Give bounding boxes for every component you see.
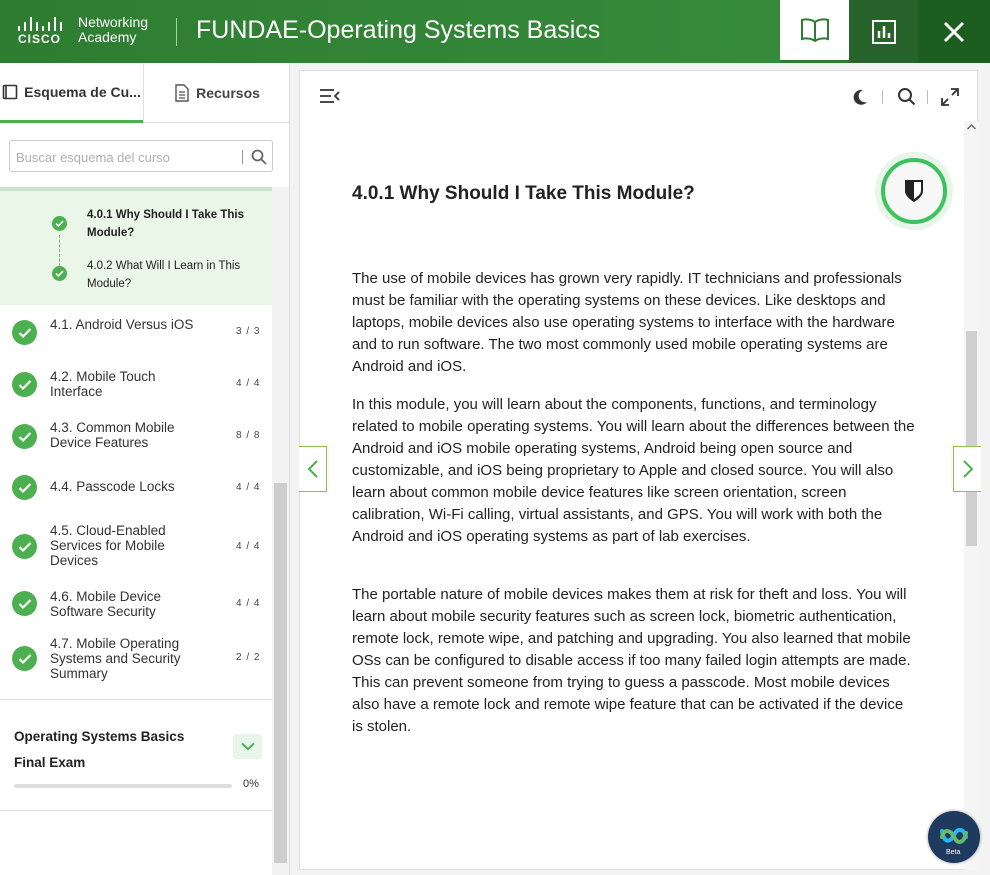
outline-item-count: 8 / 8 xyxy=(236,430,261,441)
final-exam-title[interactable]: Operating Systems Basics Final Exam xyxy=(14,724,214,776)
cisco-bars-icon xyxy=(18,17,64,31)
checkmark-icon xyxy=(12,591,37,616)
exam-progress-label: 0% xyxy=(243,778,259,790)
exam-progress-bar xyxy=(14,784,232,788)
sidebar-scrollbar-thumb[interactable] xyxy=(274,483,287,863)
checkmark-icon xyxy=(12,424,37,449)
content-scrollbar[interactable] xyxy=(964,121,979,871)
subitem-4-0-1[interactable]: 4.0.1 Why Should I Take This Module? xyxy=(87,206,257,242)
sidebar-scrollbar[interactable] xyxy=(272,187,289,875)
outline-item-label: 4.5. Cloud-Enabled Services for Mobile D… xyxy=(50,523,166,568)
outline-item-label: 4.6. Mobile Device Software Security xyxy=(50,589,162,619)
paragraph-2: In this module, you will learn about the… xyxy=(352,396,915,545)
tab-resources[interactable]: Recursos xyxy=(143,63,290,123)
outline-item-count: 3 / 3 xyxy=(236,326,261,337)
outline-list: 4.0.1 Why Should I Take This Module? 4.0… xyxy=(0,187,272,875)
shield-icon xyxy=(905,180,923,202)
webex-icon xyxy=(940,828,968,844)
search-input[interactable] xyxy=(16,147,226,167)
outline-item-4-6[interactable]: 4.6. Mobile Device Software Security 4 /… xyxy=(0,583,272,635)
completed-dot-icon xyxy=(52,216,67,231)
outline-item-4-4[interactable]: 4.4. Passcode Locks 4 / 4 xyxy=(0,467,272,519)
security-shield-button[interactable] xyxy=(875,152,953,230)
content-scrollbar-thumb[interactable] xyxy=(966,331,977,546)
outline-item-label: 4.4. Passcode Locks xyxy=(50,479,175,494)
book-outline-icon xyxy=(2,84,18,99)
checkmark-icon xyxy=(12,475,37,500)
outline-item-label: 4.7. Mobile Operating Systems and Securi… xyxy=(50,636,181,681)
beta-label: Beta xyxy=(946,849,961,856)
checkmark-icon xyxy=(12,646,37,671)
current-section-subitems: 4.0.1 Why Should I Take This Module? 4.0… xyxy=(0,187,272,305)
outline-item-4-2[interactable]: 4.2. Mobile Touch Interface 4 / 4 xyxy=(0,363,272,415)
academy-wordmark: Networking Academy xyxy=(78,14,149,45)
search-separator xyxy=(242,150,243,164)
previous-page-button[interactable] xyxy=(299,446,327,492)
toolbar-separator xyxy=(882,90,883,104)
book-icon xyxy=(800,18,829,42)
outline-item-count: 4 / 4 xyxy=(236,482,261,493)
content-toolbar xyxy=(300,71,979,121)
top-header: CISCO Networking Academy FUNDAE-Operatin… xyxy=(0,0,990,63)
outline-item-count: 2 / 2 xyxy=(236,652,261,663)
chevron-left-icon xyxy=(307,460,318,478)
outline-item-label: 4.3. Common Mobile Device Features xyxy=(50,420,175,450)
chevron-right-icon xyxy=(962,460,973,478)
dark-mode-icon[interactable] xyxy=(851,88,869,106)
final-exam-section: Operating Systems Basics Final Exam 0% xyxy=(0,699,272,811)
course-outline-sidebar: Esquema de Cu... Recursos 4.0.1 Why Shou… xyxy=(0,63,290,875)
checkmark-icon xyxy=(12,320,37,345)
collapse-menu-icon[interactable] xyxy=(320,89,340,103)
content-panel: 4.0.1 Why Should I Take This Module? The… xyxy=(299,70,980,871)
outline-item-4-7[interactable]: 4.7. Mobile Operating Systems and Securi… xyxy=(0,635,272,697)
tab-course-outline[interactable]: Esquema de Cu... xyxy=(0,63,143,123)
outline-item-count: 4 / 4 xyxy=(236,541,261,552)
paragraph-1: The use of mobile devices has grown very… xyxy=(352,270,902,375)
checkmark-icon xyxy=(12,372,37,397)
chevron-down-icon xyxy=(240,742,255,751)
next-page-button[interactable] xyxy=(953,446,981,492)
search-icon[interactable] xyxy=(897,87,916,106)
scroll-up-icon[interactable] xyxy=(967,124,976,130)
bar-chart-icon xyxy=(871,19,896,44)
outline-item-label: 4.2. Mobile Touch Interface xyxy=(50,369,156,399)
webex-assistant-button[interactable]: Beta xyxy=(928,811,980,863)
outline-item-count: 4 / 4 xyxy=(236,378,261,389)
outline-item-label: 4.1. Android Versus iOS xyxy=(50,317,194,332)
checkmark-icon xyxy=(12,534,37,559)
outline-item-count: 4 / 4 xyxy=(236,598,261,609)
outline-item-4-1[interactable]: 4.1. Android Versus iOS 3 / 3 xyxy=(0,311,272,363)
page-title: 4.0.1 Why Should I Take This Module? xyxy=(352,183,695,204)
outline-item-4-3[interactable]: 4.3. Common Mobile Device Features 8 / 8 xyxy=(0,415,272,467)
paragraph-3: The portable nature of mobile devices ma… xyxy=(352,586,911,735)
progress-stats-button[interactable] xyxy=(849,0,918,63)
course-content-button[interactable] xyxy=(780,0,849,63)
completed-dot-icon xyxy=(52,266,67,281)
search-icon[interactable] xyxy=(250,148,268,166)
header-divider xyxy=(176,18,177,46)
outline-item-4-5[interactable]: 4.5. Cloud-Enabled Services for Mobile D… xyxy=(0,523,272,585)
close-icon xyxy=(943,21,965,42)
content-area: 4.0.1 Why Should I Take This Module? The… xyxy=(290,63,990,875)
fullscreen-icon[interactable] xyxy=(941,88,959,106)
subitem-4-0-2[interactable]: 4.0.2 What Will I Learn in This Module? xyxy=(87,257,257,293)
cisco-wordmark: CISCO xyxy=(18,32,62,46)
outline-search-box xyxy=(9,140,273,172)
course-title: FUNDAE-Operating Systems Basics xyxy=(196,16,601,44)
close-button[interactable] xyxy=(918,0,990,63)
expand-exam-button[interactable] xyxy=(233,734,262,759)
sidebar-tabs: Esquema de Cu... Recursos xyxy=(0,63,290,123)
cisco-networking-academy-logo: CISCO Networking Academy xyxy=(18,15,168,49)
toolbar-separator xyxy=(927,90,928,104)
document-icon xyxy=(175,84,189,102)
